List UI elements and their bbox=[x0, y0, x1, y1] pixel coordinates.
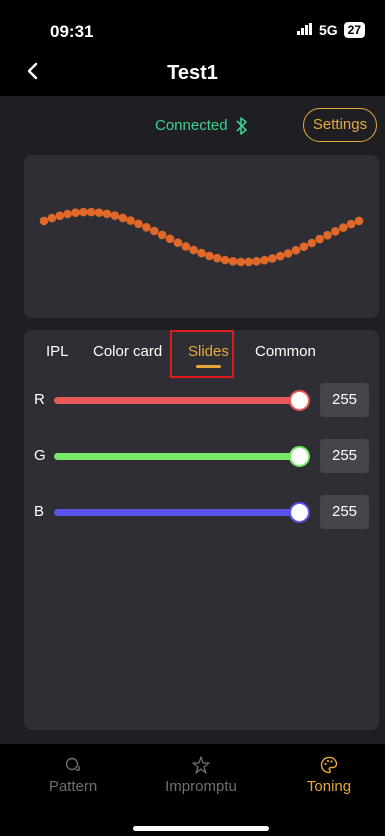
light-dot bbox=[354, 216, 364, 226]
bottom-nav: Pattern Impromptu Toning bbox=[0, 744, 385, 836]
palette-icon bbox=[320, 756, 338, 774]
slider-track-b[interactable] bbox=[54, 509, 299, 516]
slider-row-b: B 255 bbox=[24, 495, 379, 529]
light-dot bbox=[276, 251, 285, 261]
light-dot bbox=[165, 234, 175, 244]
light-dot bbox=[71, 208, 80, 217]
light-dot bbox=[150, 226, 159, 236]
light-strip-dots bbox=[39, 207, 364, 267]
light-dot bbox=[189, 245, 198, 255]
light-dot bbox=[157, 230, 167, 240]
signal-icon bbox=[296, 22, 313, 38]
light-dot bbox=[213, 253, 222, 263]
slider-value-r[interactable]: 255 bbox=[320, 383, 369, 417]
slider-thumb-b[interactable] bbox=[288, 502, 310, 523]
bottom-nav-pattern[interactable]: Pattern bbox=[18, 756, 128, 795]
tab-ipl[interactable]: IPL bbox=[46, 343, 69, 360]
light-dot bbox=[39, 216, 49, 226]
bottom-nav-label-toning: Toning bbox=[306, 778, 352, 795]
light-dot bbox=[47, 213, 57, 223]
impromptu-icon bbox=[192, 756, 210, 774]
bottom-nav-label-impromptu: Impromptu bbox=[165, 778, 237, 795]
light-dot bbox=[339, 223, 348, 232]
slider-row-r: R 255 bbox=[24, 383, 379, 417]
light-dot bbox=[236, 257, 246, 267]
slider-row-g: G 255 bbox=[24, 439, 379, 473]
slider-track-g[interactable] bbox=[54, 453, 299, 460]
light-strip-preview bbox=[24, 155, 379, 318]
page-title: Test1 bbox=[167, 62, 218, 84]
light-dot bbox=[55, 211, 65, 221]
light-dot bbox=[228, 257, 238, 266]
light-dot bbox=[110, 211, 120, 220]
bottom-nav-impromptu[interactable]: Impromptu bbox=[146, 756, 256, 795]
light-dot bbox=[299, 242, 309, 251]
control-panel: IPL Color card Slides Common R 255 G 255… bbox=[24, 330, 379, 730]
bottom-nav-toning[interactable]: Toning bbox=[274, 756, 384, 795]
slider-track-r[interactable] bbox=[54, 397, 299, 404]
slider-thumb-g[interactable] bbox=[288, 446, 310, 467]
light-dot bbox=[197, 248, 206, 258]
tab-common[interactable]: Common bbox=[255, 343, 316, 360]
light-dot bbox=[283, 249, 293, 258]
light-dot bbox=[331, 227, 340, 236]
light-dot bbox=[252, 257, 261, 266]
light-dot bbox=[244, 257, 254, 267]
tab-color-card[interactable]: Color card bbox=[93, 343, 162, 360]
light-dot bbox=[307, 238, 317, 248]
light-dot bbox=[142, 223, 151, 232]
slider-value-b[interactable]: 255 bbox=[320, 495, 369, 529]
slider-label-g: G bbox=[34, 447, 46, 464]
light-dot bbox=[173, 238, 183, 247]
connection-row: Connected Settings bbox=[0, 108, 385, 144]
nav-bar: Test1 bbox=[0, 50, 385, 96]
light-dot bbox=[268, 254, 277, 263]
slider-label-b: B bbox=[34, 503, 45, 520]
battery-icon: 27 bbox=[343, 22, 365, 38]
light-dot bbox=[315, 234, 324, 244]
light-dot bbox=[291, 245, 301, 255]
bottom-nav-label-pattern: Pattern bbox=[48, 778, 98, 795]
light-dot bbox=[102, 209, 112, 219]
light-dot bbox=[323, 230, 332, 240]
light-dot bbox=[118, 213, 128, 223]
slider-label-r: R bbox=[34, 391, 45, 408]
pattern-icon bbox=[64, 756, 82, 774]
slider-value-g[interactable]: 255 bbox=[320, 439, 369, 473]
light-dot bbox=[205, 251, 214, 261]
light-dot bbox=[94, 208, 104, 217]
light-dot bbox=[126, 216, 135, 225]
network-type: 5G bbox=[318, 22, 338, 38]
connection-status: Connected bbox=[155, 117, 228, 134]
status-indicators: 5G 27 bbox=[296, 22, 365, 38]
slider-thumb-r[interactable] bbox=[288, 390, 310, 411]
light-dot bbox=[87, 207, 96, 217]
light-dot bbox=[79, 207, 88, 217]
status-bar: 09:31 5G 27 bbox=[0, 0, 385, 50]
light-dot bbox=[346, 219, 356, 229]
light-dot bbox=[63, 209, 72, 219]
light-dot bbox=[134, 219, 143, 229]
light-dot bbox=[220, 255, 230, 265]
status-time: 09:31 bbox=[50, 22, 94, 41]
bluetooth-icon bbox=[235, 116, 249, 136]
settings-button[interactable]: Settings bbox=[303, 108, 377, 142]
home-indicator bbox=[133, 826, 269, 831]
light-dot bbox=[260, 255, 269, 265]
light-dot bbox=[181, 242, 191, 251]
tab-highlight-box bbox=[170, 330, 234, 378]
